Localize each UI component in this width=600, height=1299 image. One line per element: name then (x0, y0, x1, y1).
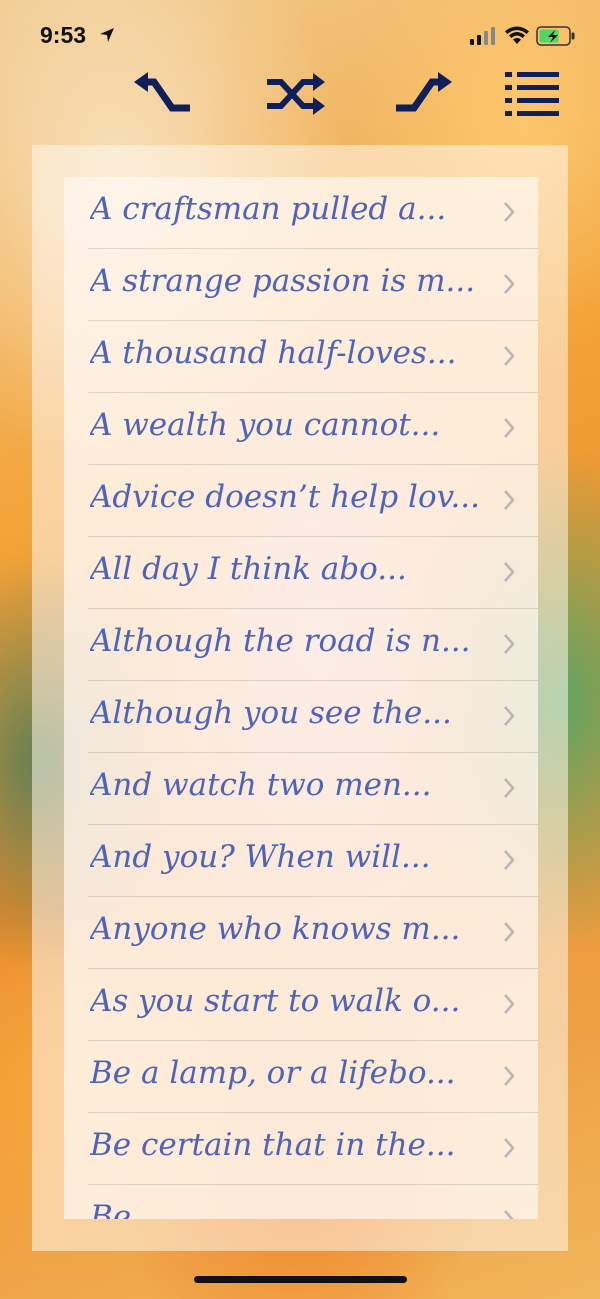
list-item-title: Although you see the... (90, 695, 452, 731)
list-item[interactable]: A wealth you cannot... (88, 393, 538, 465)
list-item[interactable]: Anyone who knows m... (88, 897, 538, 969)
list-item[interactable]: Advice doesn’t help lov... (88, 465, 538, 537)
chevron-right-icon (504, 346, 515, 366)
poem-list[interactable]: A craftsman pulled a... A strange passion… (64, 177, 538, 1219)
chevron-right-icon (504, 994, 515, 1014)
list-item-title: A thousand half-loves... (90, 335, 457, 371)
list-item-title: Advice doesn’t help lov... (90, 479, 481, 515)
previous-button[interactable] (128, 62, 196, 126)
chevron-right-icon (504, 922, 515, 942)
list-item[interactable]: Be a lamp, or a lifebo... (88, 1041, 538, 1113)
list-item-title: As you start to walk o... (90, 983, 461, 1019)
list-item-title: Anyone who knows m... (90, 911, 461, 947)
location-arrow-icon (100, 28, 114, 42)
list-item[interactable]: A craftsman pulled a... (88, 177, 538, 249)
next-button[interactable] (390, 62, 458, 126)
list-item[interactable]: Although the road is n... (88, 609, 538, 681)
cellular-signal-icon (470, 27, 495, 45)
list-item-title: A strange passion is m... (90, 263, 476, 299)
shuffle-button[interactable] (262, 62, 330, 126)
chevron-right-icon (504, 1066, 515, 1086)
next-icon (396, 72, 452, 112)
status-bar: 9:53 (0, 0, 600, 70)
chevron-right-icon (504, 202, 515, 222)
chevron-right-icon (504, 850, 515, 870)
battery-icon (536, 26, 575, 46)
list-button[interactable] (498, 62, 566, 126)
chevron-right-icon (504, 706, 515, 726)
list-item-title: Be a lamp, or a lifebo... (90, 1055, 456, 1091)
list-item-title: A wealth you cannot... (90, 407, 441, 443)
home-indicator[interactable] (194, 1276, 407, 1283)
chevron-right-icon (504, 490, 515, 510)
list-item-title: Be ... (90, 1199, 171, 1219)
wifi-icon (505, 26, 529, 44)
status-time: 9:53 (40, 22, 87, 48)
list-item[interactable]: A thousand half-loves... (88, 321, 538, 393)
list-item[interactable]: Be certain that in the... (88, 1113, 538, 1185)
list-item[interactable]: All day I think abo... (88, 537, 538, 609)
list-item[interactable]: And watch two men... (88, 753, 538, 825)
shuffle-icon (267, 73, 325, 115)
list-item-title: All day I think abo... (90, 551, 407, 587)
list-icon (505, 72, 559, 116)
list-item-title: Although the road is n... (90, 623, 471, 659)
chevron-right-icon (504, 562, 515, 582)
list-item-title: And you? When will... (90, 839, 431, 875)
list-item[interactable]: As you start to walk o... (88, 969, 538, 1041)
previous-icon (134, 72, 190, 112)
chevron-right-icon (504, 778, 515, 798)
chevron-right-icon (504, 634, 515, 654)
chevron-right-icon (504, 1210, 514, 1219)
list-item-title: And watch two men... (90, 767, 432, 803)
list-item[interactable]: And you? When will... (88, 825, 538, 897)
toolbar (0, 62, 600, 132)
list-item-title: A craftsman pulled a... (90, 191, 447, 227)
chevron-right-icon (504, 1138, 515, 1158)
chevron-right-icon (504, 418, 515, 438)
list-item[interactable]: A strange passion is m... (88, 249, 538, 321)
chevron-right-icon (504, 274, 515, 294)
list-item[interactable]: Be ... (88, 1185, 538, 1219)
list-item-title: Be certain that in the... (90, 1127, 456, 1163)
list-item[interactable]: Although you see the... (88, 681, 538, 753)
